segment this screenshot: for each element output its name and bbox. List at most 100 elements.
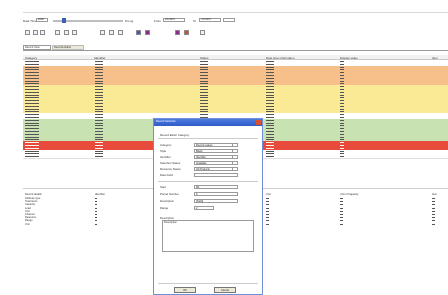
dialog-titlebar[interactable]: Record Selection — [154, 119, 262, 126]
pan-icon[interactable] — [40, 30, 45, 35]
field-label: Category — [160, 143, 172, 147]
chart-icon[interactable] — [145, 30, 150, 35]
dialog-subtitle-rule — [158, 138, 258, 139]
detail-value — [95, 204, 97, 206]
detail-value — [95, 210, 97, 212]
to-dropdown-icon[interactable] — [223, 18, 235, 22]
field-label: Selection Status — [160, 161, 181, 165]
chevron-down-icon[interactable] — [232, 150, 236, 153]
field-label: Date Field — [160, 173, 173, 177]
detail-value — [266, 198, 269, 199]
detail-value — [432, 214, 435, 215]
magnify-icon[interactable] — [25, 30, 30, 35]
bottom-right-title: Unit of Capacity — [340, 193, 359, 196]
detail-value — [266, 207, 269, 209]
description-value: Description — [164, 221, 177, 224]
detail-value — [340, 207, 343, 209]
detail-value — [432, 210, 435, 212]
cell-text — [266, 156, 274, 158]
dialog-title: Record Selection — [156, 120, 176, 123]
from-label: From — [154, 19, 161, 23]
slider-max-label: M Log — [125, 19, 134, 23]
detail-value — [340, 204, 343, 206]
filter-icon[interactable] — [184, 30, 189, 35]
field-select[interactable]: Identifier — [194, 155, 238, 159]
to-field[interactable]: 7/1/2007 — [199, 18, 221, 22]
detail-value — [340, 198, 343, 199]
detail-value — [266, 210, 269, 212]
detail-value — [266, 223, 269, 225]
detail-value — [340, 217, 343, 219]
field-input[interactable]: [Field] — [194, 199, 238, 203]
detail-value — [95, 207, 97, 209]
detail-value — [266, 217, 269, 219]
detail-value — [95, 217, 97, 219]
chevron-down-icon[interactable] — [232, 168, 236, 171]
dialog-subtitle: Record Editor Category — [160, 133, 190, 137]
record-selection-dialog: Record Selection Record Editor Category … — [153, 118, 263, 295]
detail-item: Unit — [25, 222, 30, 226]
grid-icon[interactable] — [136, 30, 141, 35]
time-field[interactable]: 2008 — [36, 18, 48, 22]
detail-value — [95, 201, 97, 203]
field-select[interactable]: All Products — [194, 167, 238, 171]
field-input[interactable]: 0 — [194, 192, 238, 196]
chevron-down-icon[interactable] — [232, 156, 236, 159]
chevron-down-icon[interactable] — [232, 162, 236, 165]
detail-value — [340, 220, 343, 222]
bottom-mid-title: Identifier — [95, 193, 105, 196]
field-label: Start — [160, 185, 166, 189]
field-input[interactable]: 8/1 — [194, 185, 238, 189]
dialog-section-rule — [158, 181, 258, 182]
zoom-icon[interactable] — [55, 30, 60, 35]
grid-frame — [23, 50, 448, 51]
cancel-button[interactable]: Cancel — [214, 287, 236, 293]
field-label: Style — [160, 149, 167, 153]
time-slider-thumb[interactable] — [62, 18, 66, 23]
detail-value — [432, 201, 435, 203]
back-icon[interactable] — [64, 30, 69, 35]
field-label: Period Number — [160, 192, 179, 196]
from-value: 1/1/2007 — [165, 18, 176, 21]
bottom-third-title: Unit — [266, 193, 271, 196]
close-icon[interactable] — [256, 120, 261, 125]
detail-value — [432, 223, 435, 225]
map-icon[interactable] — [175, 30, 180, 35]
to-value: 7/1/2007 — [201, 18, 212, 21]
ok-button[interactable]: OK — [174, 287, 196, 293]
field-input[interactable]: 2 — [194, 206, 214, 210]
detail-value — [95, 223, 97, 225]
detail-value — [340, 223, 343, 225]
detail-value — [432, 204, 435, 206]
dialog-footer-rule — [158, 283, 258, 284]
bottom-left-title: Record details — [25, 193, 42, 196]
field-label: Range — [160, 206, 169, 210]
top-strip — [23, 12, 448, 13]
forward-icon[interactable] — [72, 30, 77, 35]
field-select[interactable] — [194, 173, 238, 177]
field-select[interactable]: Record values — [194, 143, 238, 147]
field-label: Identifier — [160, 155, 171, 159]
export-icon[interactable] — [200, 30, 205, 35]
layout-icon[interactable] — [118, 30, 123, 35]
description-textarea[interactable]: Description — [162, 220, 254, 252]
detail-value — [266, 214, 269, 215]
refresh-icon[interactable] — [100, 30, 105, 35]
detail-value — [266, 201, 269, 203]
detail-value — [340, 210, 343, 212]
field-label: Resource Status — [160, 167, 181, 171]
select-icon[interactable] — [33, 30, 38, 35]
cell-text — [25, 156, 39, 158]
cell-text — [340, 156, 344, 158]
chevron-down-icon[interactable] — [232, 144, 236, 147]
field-label: Description — [160, 199, 174, 203]
detail-value — [432, 220, 435, 222]
print-icon[interactable] — [109, 30, 114, 35]
field-select[interactable]: Blank — [194, 149, 238, 153]
detail-value — [266, 204, 269, 206]
to-label: To — [193, 19, 197, 23]
detail-value — [95, 214, 97, 215]
field-select[interactable]: Available — [194, 161, 238, 165]
from-field[interactable]: 1/1/2007 — [163, 18, 185, 22]
detail-value — [266, 220, 269, 222]
